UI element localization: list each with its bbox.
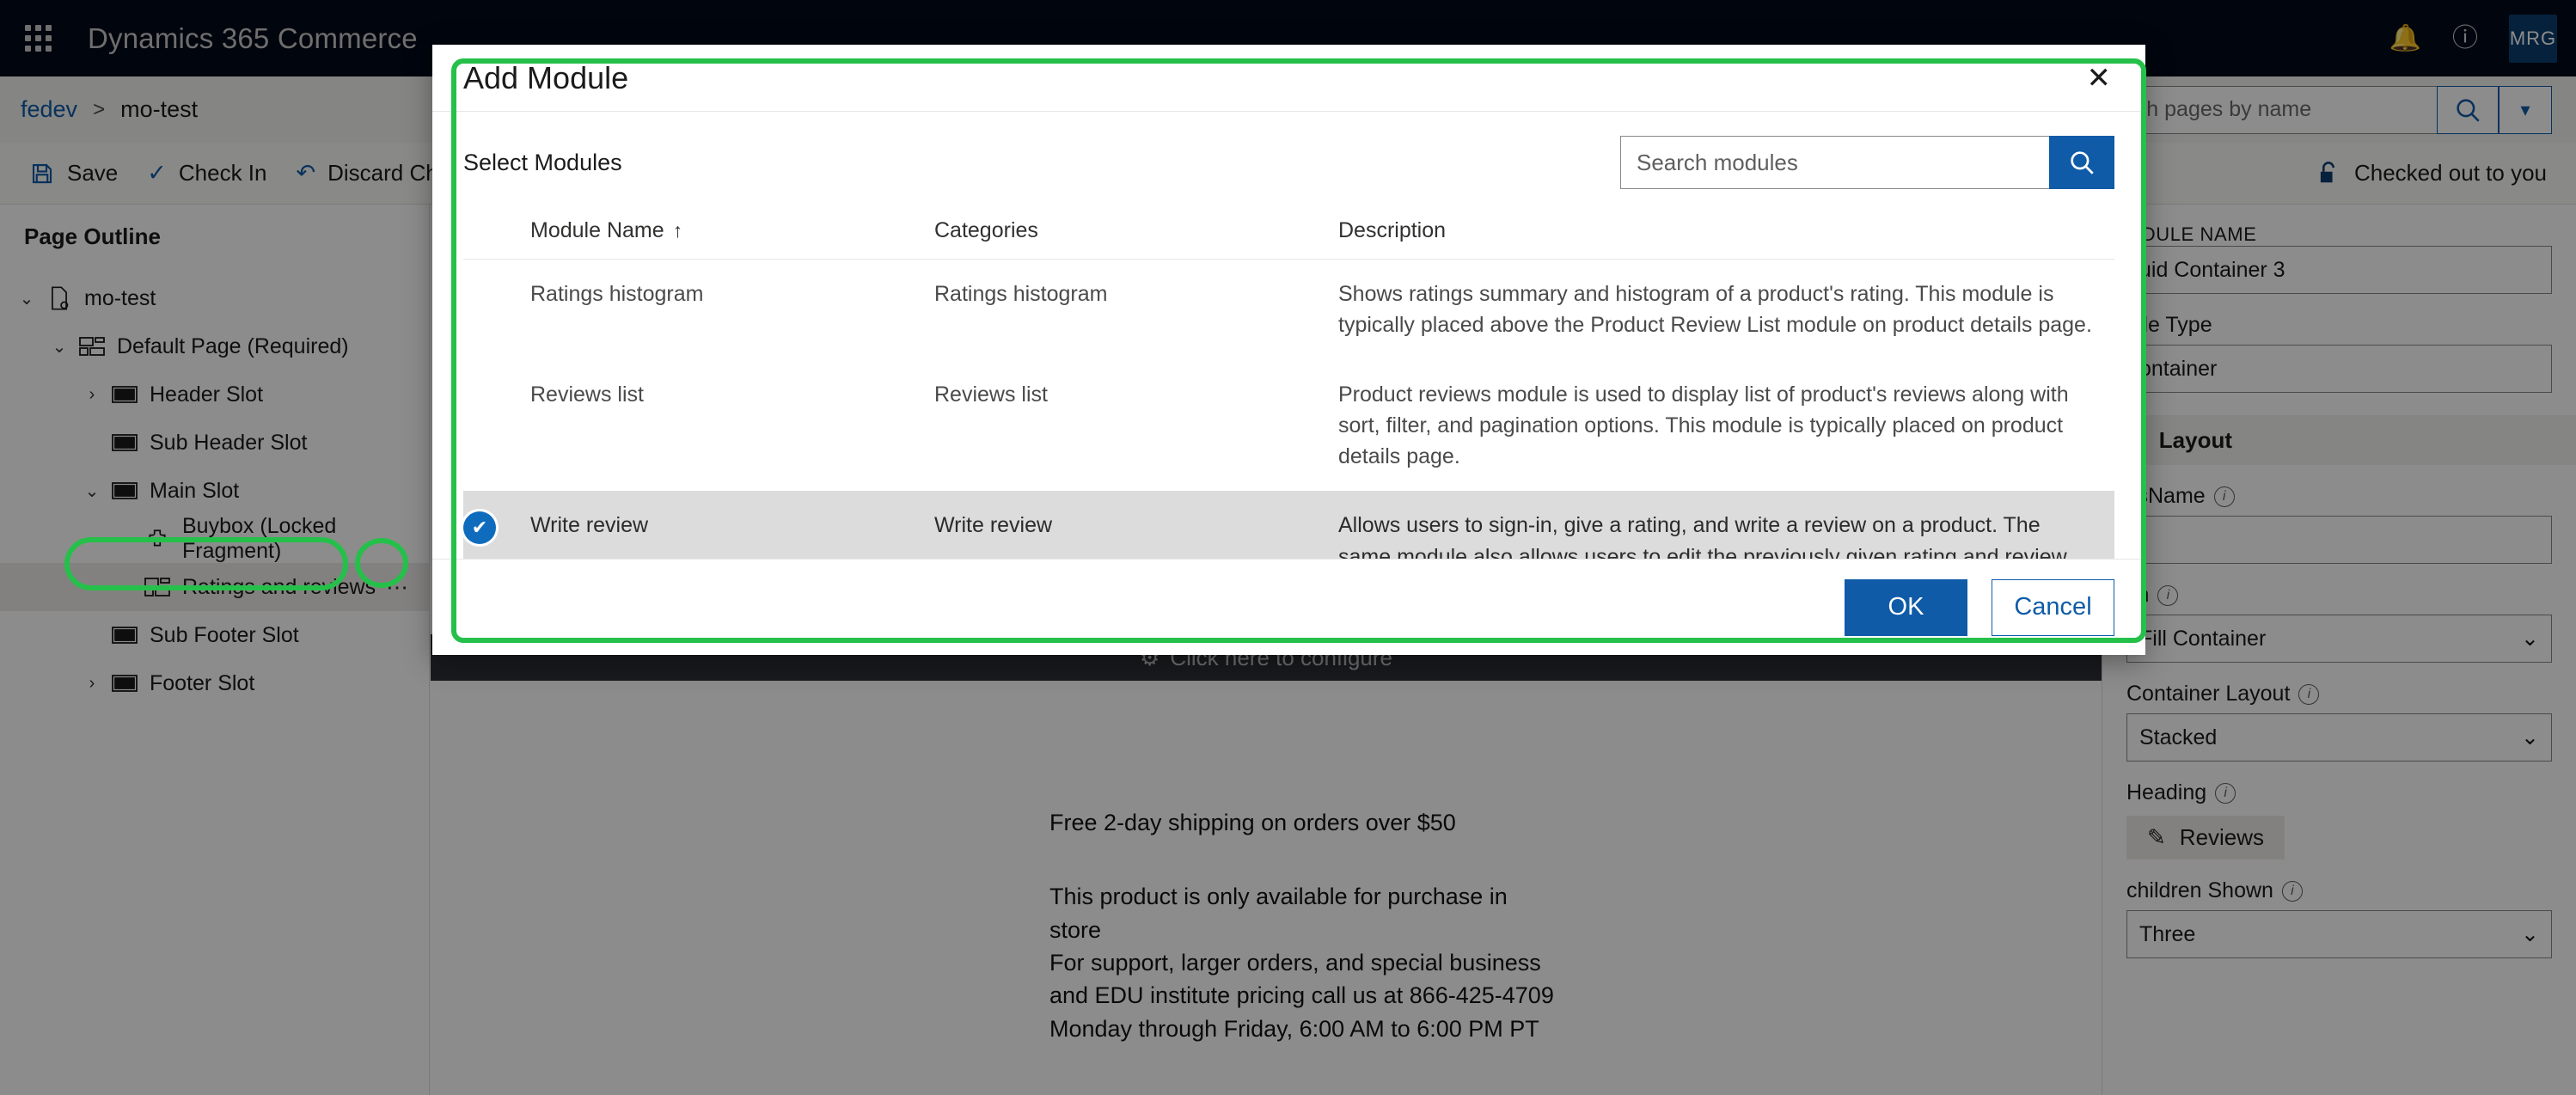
select-column-header bbox=[463, 218, 530, 260]
checkbox-checked-icon[interactable]: ✔ bbox=[463, 511, 496, 545]
dialog-body-top: Select Modules bbox=[463, 136, 2114, 189]
dialog-footer: OK Cancel bbox=[432, 559, 2145, 655]
description-cell: Shows ratings summary and histogram of a… bbox=[1338, 282, 2092, 338]
search-icon bbox=[2071, 151, 2094, 174]
module-name-column-header[interactable]: Module Name ↑ bbox=[530, 218, 934, 260]
category-cell: Reviews list bbox=[934, 382, 1048, 407]
dialog-title: Add Module bbox=[463, 59, 629, 95]
description-cell: Product reviews module is used to displa… bbox=[1338, 382, 2069, 469]
module-name-cell: Write review bbox=[530, 491, 934, 559]
module-name-column-label: Module Name bbox=[530, 218, 664, 242]
select-modules-label: Select Modules bbox=[463, 149, 622, 175]
row-select-cell[interactable] bbox=[463, 260, 530, 360]
table-row[interactable]: ✔ Write review Write review Allows users to… bbox=[463, 491, 2114, 559]
table-header-row: Module Name ↑ Categories Description bbox=[463, 218, 2114, 260]
sort-ascending-icon: ↑ bbox=[672, 219, 683, 242]
module-name-cell: Reviews list bbox=[530, 382, 644, 407]
close-icon[interactable]: ✕ bbox=[2078, 57, 2120, 100]
category-cell: Ratings histogram bbox=[934, 282, 1108, 306]
dialog-header: Add Module ✕ bbox=[432, 45, 2145, 112]
modules-table: Module Name ↑ Categories Description Rati… bbox=[463, 218, 2114, 559]
description-cell: Allows users to sign-in, give a rating, … bbox=[1338, 491, 2114, 559]
row-select-cell[interactable]: ✔ bbox=[463, 491, 530, 559]
table-row[interactable]: Reviews list Reviews list Product reviews … bbox=[463, 360, 2114, 492]
row-select-cell[interactable] bbox=[463, 360, 530, 492]
modules-table-head: Module Name ↑ Categories Description bbox=[463, 218, 2114, 260]
module-search bbox=[1620, 136, 2114, 189]
modules-table-body: Ratings histogram Ratings histogram Shows … bbox=[463, 260, 2114, 559]
dialog-body: Select Modules Module Name ↑ bbox=[432, 112, 2145, 559]
description-column-header: Description bbox=[1338, 218, 2114, 260]
add-module-dialog: Add Module ✕ Select Modules Search modul… bbox=[432, 45, 2145, 655]
category-cell: Write review bbox=[934, 491, 1338, 559]
categories-column-header[interactable]: Categories bbox=[934, 218, 1338, 260]
ok-button[interactable]: OK bbox=[1845, 578, 1967, 636]
cancel-button[interactable]: Cancel bbox=[1992, 578, 2114, 636]
module-search-button[interactable] bbox=[2049, 136, 2114, 189]
module-search-input[interactable] bbox=[1620, 136, 2049, 189]
module-name-cell: Ratings histogram bbox=[530, 282, 704, 306]
table-row[interactable]: Ratings histogram Ratings histogram Shows … bbox=[463, 260, 2114, 360]
